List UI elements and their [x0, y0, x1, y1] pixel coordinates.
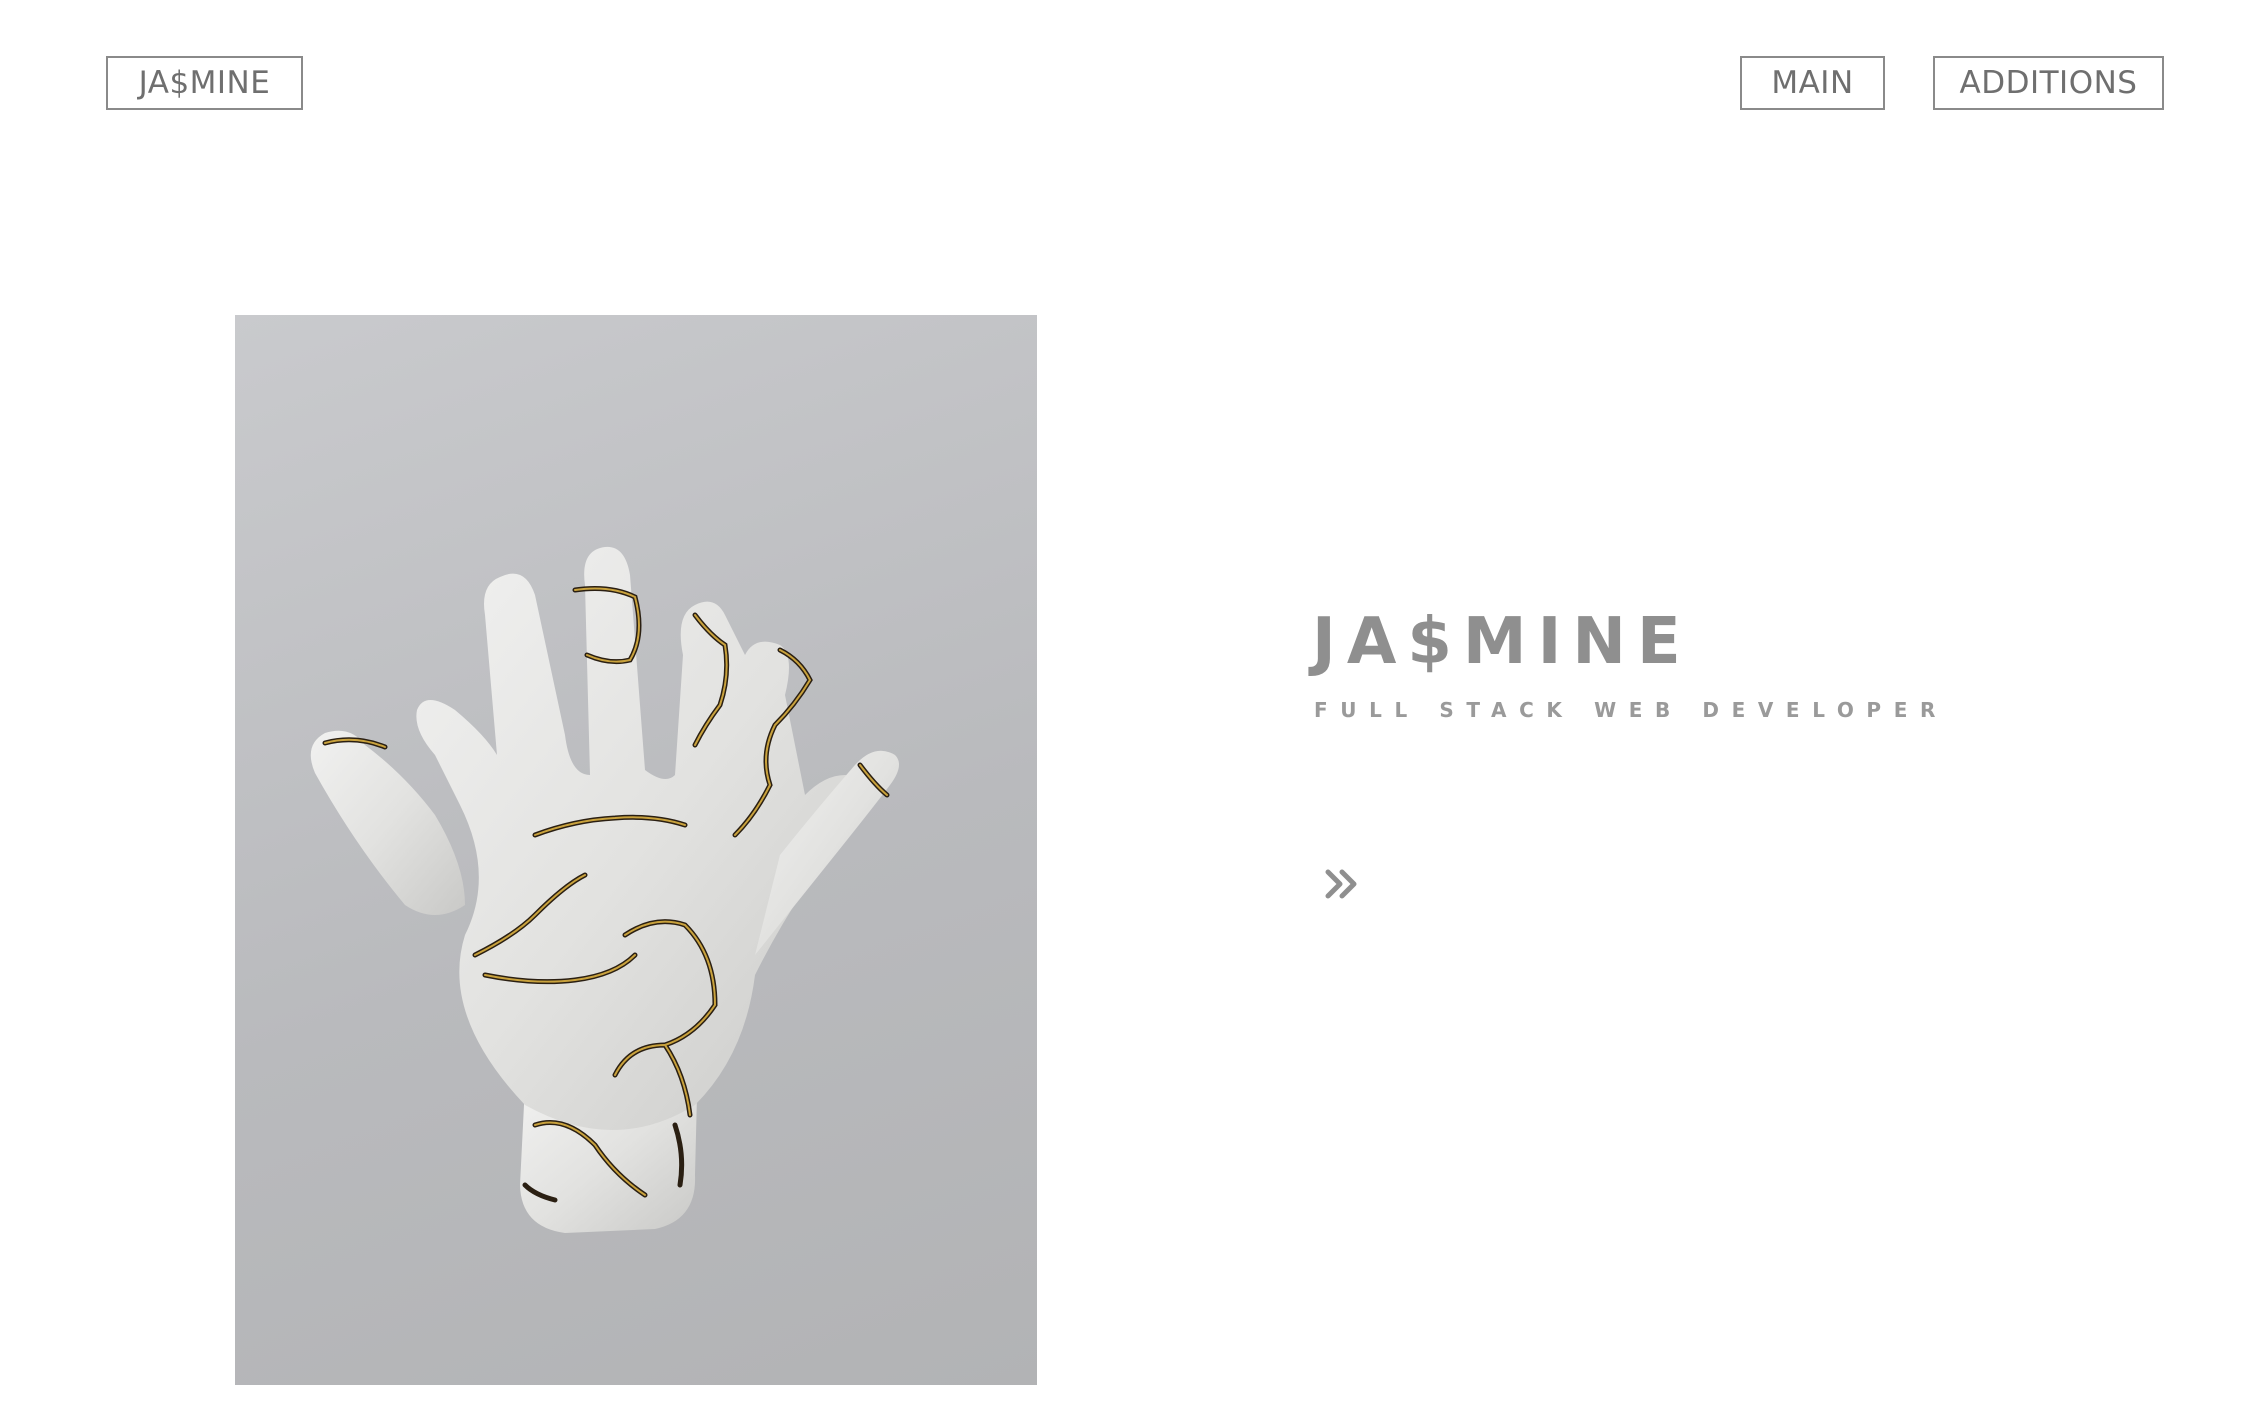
nav-main-button[interactable]: MAIN [1740, 56, 1885, 110]
nav-additions-label: ADDITIONS [1959, 65, 2138, 101]
nav-additions-button[interactable]: ADDITIONS [1933, 56, 2164, 110]
brand-logo-button[interactable]: JA$MINE [106, 56, 303, 110]
brand-label: JA$MINE [138, 65, 271, 101]
double-chevron-right-icon [1325, 869, 1357, 899]
next-button[interactable] [1318, 860, 1368, 910]
hero-subtitle: FULL STACK WEB DEVELOPER [1314, 698, 1948, 722]
hero-title: JA$MINE [1312, 605, 1692, 679]
marble-hand-sculpture-icon [310, 546, 899, 1233]
nav-main-label: MAIN [1771, 65, 1854, 101]
page: JA$MINE MAIN ADDITIONS JA$MINE FULL STAC… [0, 0, 2246, 1424]
hero-image [235, 315, 1037, 1385]
